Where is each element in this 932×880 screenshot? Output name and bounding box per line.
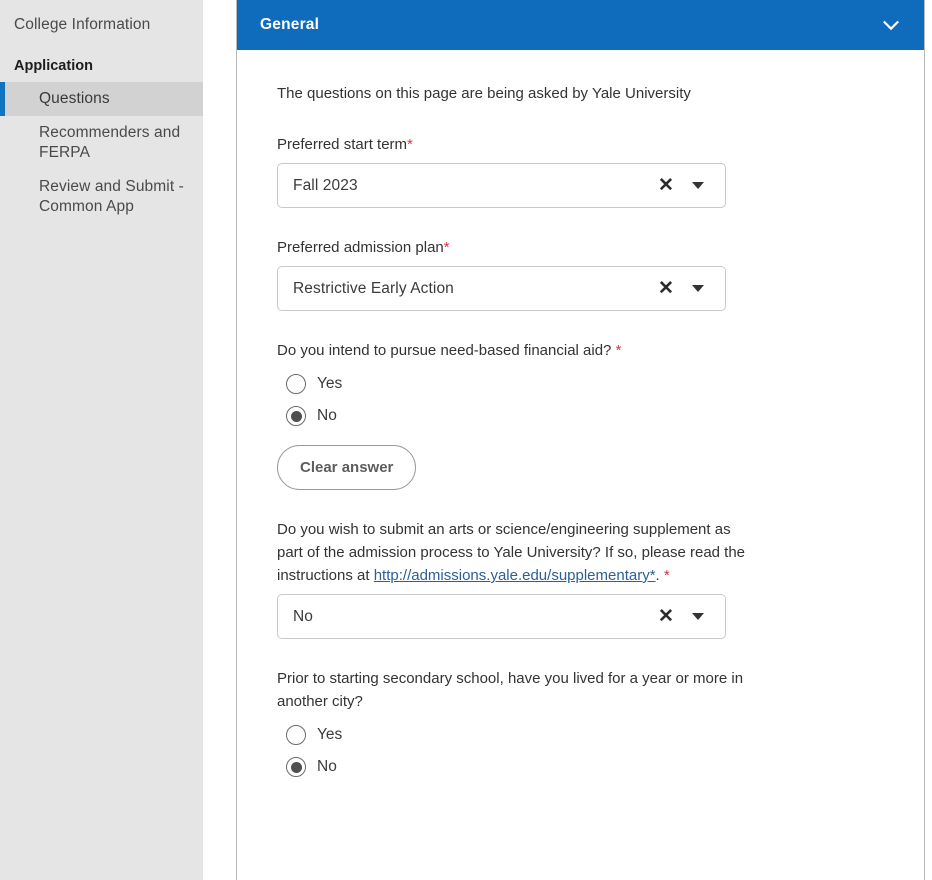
field-lived-another-city: Prior to starting secondary school, have… xyxy=(277,639,901,777)
sidebar-item-label: Recommenders and FERPA xyxy=(39,124,181,161)
required-asterisk: * xyxy=(443,239,450,256)
section-intro-text: The questions on this page are being ask… xyxy=(277,85,691,102)
sidebar-section-label: Application xyxy=(14,58,93,74)
chevron-down-icon[interactable] xyxy=(681,285,715,292)
field-preferred-start-term: Preferred start term* Fall 2023 ✕ xyxy=(277,105,901,208)
field-label: Preferred admission plan* xyxy=(277,236,747,259)
required-asterisk: * xyxy=(663,567,670,584)
label-text: Preferred admission plan xyxy=(277,239,444,256)
chevron-down-icon[interactable] xyxy=(880,14,902,36)
field-label: Prior to starting secondary school, have… xyxy=(277,667,777,713)
radio-option-no[interactable]: No xyxy=(277,757,901,777)
supplement-select[interactable]: No ✕ xyxy=(277,594,726,639)
required-asterisk: * xyxy=(615,342,622,359)
sidebar-item-college-information[interactable]: College Information xyxy=(0,10,203,39)
close-icon[interactable]: ✕ xyxy=(651,279,681,298)
sidebar-item-label: Review and Submit - Common App xyxy=(39,178,184,215)
label-text-suffix: . xyxy=(655,567,660,584)
supplementary-instructions-link[interactable]: http://admissions.yale.edu/supplementary… xyxy=(374,567,656,584)
select-value: Restrictive Early Action xyxy=(293,279,454,297)
clear-answer-label: Clear answer xyxy=(300,459,394,476)
close-icon[interactable]: ✕ xyxy=(651,176,681,195)
page-root: College Information Application Question… xyxy=(0,0,932,880)
general-section-card: General The questions on this page are b… xyxy=(236,0,925,880)
chevron-down-icon[interactable] xyxy=(681,182,715,189)
active-accent-bar xyxy=(0,82,5,116)
sidebar-item-recommenders-and-ferpa[interactable]: Recommenders and FERPA xyxy=(0,116,203,170)
radio-circle-icon[interactable] xyxy=(286,374,306,394)
required-asterisk: * xyxy=(407,136,413,153)
field-financial-aid: Do you intend to pursue need-based finan… xyxy=(277,311,901,490)
preferred-start-term-select[interactable]: Fall 2023 ✕ xyxy=(277,163,726,208)
radio-label: No xyxy=(317,407,337,424)
label-text: Preferred start term xyxy=(277,136,408,153)
radio-label: Yes xyxy=(317,726,343,743)
field-label: Preferred start term* xyxy=(277,133,747,156)
radio-circle-selected-icon[interactable] xyxy=(286,757,306,777)
radio-option-no[interactable]: No xyxy=(277,406,901,426)
sidebar-item-review-and-submit[interactable]: Review and Submit - Common App xyxy=(0,170,203,224)
clear-answer-button[interactable]: Clear answer xyxy=(277,445,417,490)
close-icon[interactable]: ✕ xyxy=(651,607,681,626)
general-section-header[interactable]: General xyxy=(237,0,924,50)
radio-option-yes[interactable]: Yes xyxy=(277,725,901,745)
select-value: No xyxy=(293,607,314,625)
sidebar: College Information Application Question… xyxy=(0,0,221,880)
general-section-body: The questions on this page are being ask… xyxy=(237,50,924,797)
radio-label: No xyxy=(317,758,337,775)
select-value: Fall 2023 xyxy=(293,176,358,194)
preferred-admission-plan-select[interactable]: Restrictive Early Action ✕ xyxy=(277,266,726,311)
radio-circle-icon[interactable] xyxy=(286,725,306,745)
page-title: General xyxy=(260,16,320,33)
radio-circle-selected-icon[interactable] xyxy=(286,406,306,426)
sidebar-item-label: College Information xyxy=(14,16,151,33)
radio-option-yes[interactable]: Yes xyxy=(277,374,901,394)
field-arts-science-supplement: Do you wish to submit an arts or science… xyxy=(277,490,901,639)
sidebar-item-questions[interactable]: Questions xyxy=(0,82,221,120)
sidebar-section-application: Application xyxy=(0,39,203,82)
radio-label: Yes xyxy=(317,375,343,392)
label-text: Prior to starting secondary school, have… xyxy=(277,670,744,710)
sidebar-item-label: Questions xyxy=(39,90,110,107)
main-content: General The questions on this page are b… xyxy=(203,0,932,880)
field-label: Do you intend to pursue need-based finan… xyxy=(277,339,752,362)
field-label: Do you wish to submit an arts or science… xyxy=(277,518,752,587)
field-preferred-admission-plan: Preferred admission plan* Restrictive Ea… xyxy=(277,208,901,311)
chevron-down-icon[interactable] xyxy=(681,613,715,620)
label-text: Do you intend to pursue need-based finan… xyxy=(277,342,612,359)
